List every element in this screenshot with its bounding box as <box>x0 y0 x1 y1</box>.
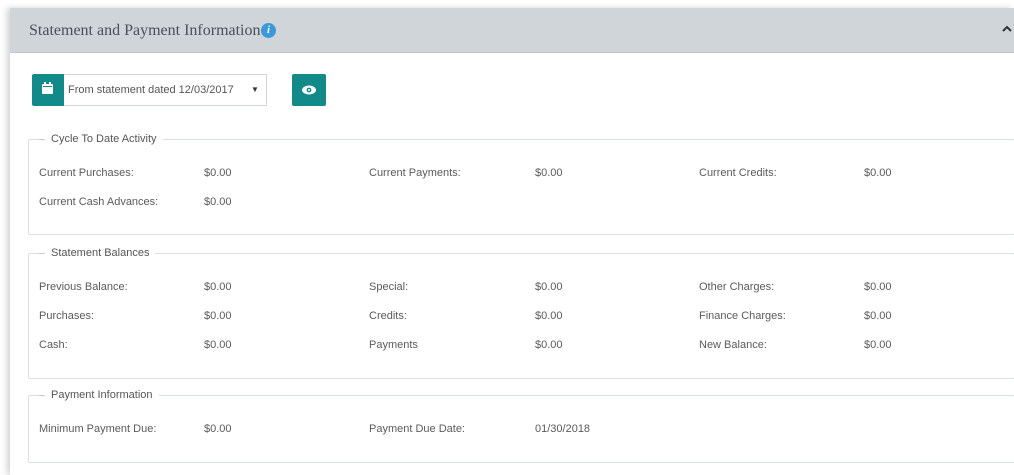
field-value: $0.00 <box>204 423 232 435</box>
data-row: Purchases: $0.00 Credits: $0.00 Finance … <box>29 310 1014 326</box>
view-statement-button[interactable] <box>292 74 326 106</box>
panel-title: Statement and Payment Information <box>29 22 261 39</box>
cycle-to-date-activity-group: Cycle To Date Activity Current Purchases… <box>28 133 1014 235</box>
field-label: Current Purchases: <box>39 167 134 179</box>
data-row: Current Purchases: $0.00 Current Payment… <box>29 167 1014 183</box>
calendar-icon <box>42 82 53 94</box>
panel-header[interactable]: Statement and Payment Information i <box>10 8 1014 53</box>
calendar-button[interactable] <box>32 74 64 106</box>
info-icon[interactable]: i <box>261 23 276 38</box>
field-label: Purchases: <box>39 310 95 322</box>
field-value: $0.00 <box>535 339 563 351</box>
field-label: Credits: <box>369 310 407 322</box>
field-label: Current Credits: <box>699 167 777 179</box>
data-row: Current Cash Advances: $0.00 <box>29 196 1014 212</box>
field-label: Other Charges: <box>699 281 775 293</box>
group-legend: Cycle To Date Activity <box>39 133 163 145</box>
chevron-up-icon[interactable] <box>1000 22 1014 36</box>
field-label: Finance Charges: <box>699 310 786 322</box>
field-value: $0.00 <box>535 281 563 293</box>
payment-information-group: Payment Information Minimum Payment Due:… <box>28 389 1014 463</box>
field-value: $0.00 <box>204 281 232 293</box>
field-value: $0.00 <box>204 339 232 351</box>
field-label: Payments <box>369 339 418 351</box>
field-value: 01/30/2018 <box>535 423 591 435</box>
field-label: Current Payments: <box>369 167 461 179</box>
field-value: $0.00 <box>204 310 232 322</box>
field-label: Special: <box>369 281 409 293</box>
field-value: $0.00 <box>864 310 892 322</box>
dropdown-caret-icon: ▼ <box>251 85 259 94</box>
eye-icon <box>302 85 316 95</box>
field-label: Current Cash Advances: <box>39 196 159 208</box>
field-label: Cash: <box>39 339 68 351</box>
field-label: Minimum Payment Due: <box>39 423 157 435</box>
data-row: Minimum Payment Due: $0.00 Payment Due D… <box>29 423 1014 439</box>
field-label: New Balance: <box>699 339 767 351</box>
field-value: $0.00 <box>864 339 892 351</box>
statement-balances-group: Statement Balances Previous Balance: $0.… <box>28 247 1014 379</box>
statement-date-select[interactable]: From statement dated 12/03/2017 ▼ <box>64 74 267 106</box>
field-value: $0.00 <box>535 167 563 179</box>
field-value: $0.00 <box>864 167 892 179</box>
statement-date-selected: From statement dated 12/03/2017 <box>68 84 234 96</box>
field-value: $0.00 <box>204 196 232 208</box>
field-label: Previous Balance: <box>39 281 128 293</box>
field-value: $0.00 <box>864 281 892 293</box>
group-legend: Payment Information <box>39 389 159 401</box>
group-legend: Statement Balances <box>39 247 155 259</box>
field-label: Payment Due Date: <box>369 423 465 435</box>
field-value: $0.00 <box>204 167 232 179</box>
data-row: Cash: $0.00 Payments $0.00 New Balance: … <box>29 339 1014 355</box>
data-row: Previous Balance: $0.00 Special: $0.00 O… <box>29 281 1014 297</box>
field-value: $0.00 <box>535 310 563 322</box>
statement-payment-panel: Statement and Payment Information i From… <box>10 8 1014 475</box>
